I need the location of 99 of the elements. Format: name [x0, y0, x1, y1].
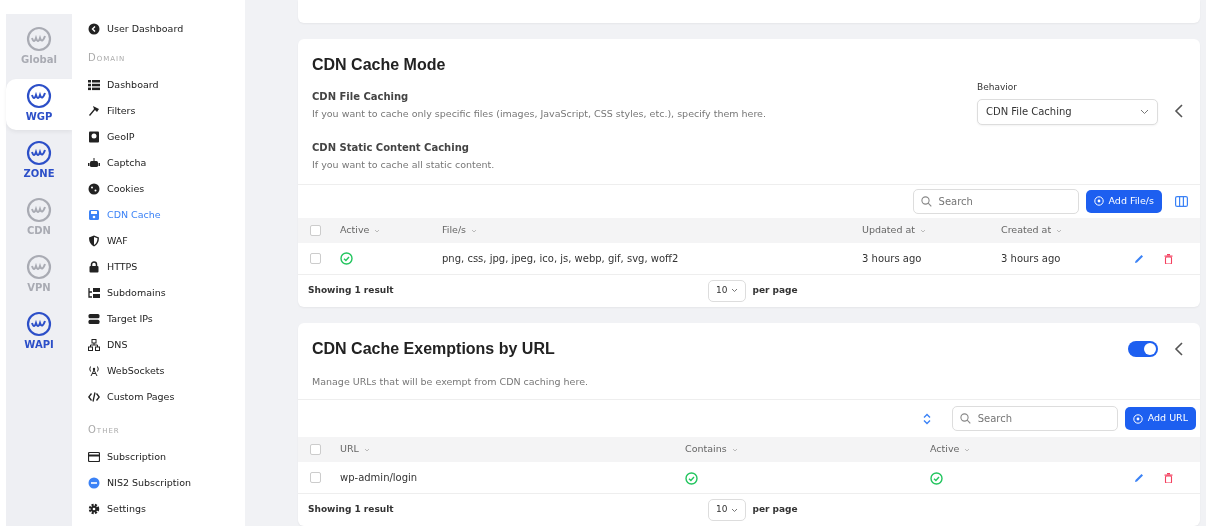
- page-size-select[interactable]: 10: [708, 499, 747, 521]
- search-field[interactable]: Search: [951, 406, 1118, 431]
- sidebar-item[interactable]: Subscription: [88, 444, 167, 470]
- sidebar-item[interactable]: CDN Cache: [88, 202, 161, 228]
- card-title: CDN Cache Mode: [312, 55, 447, 76]
- checkbox[interactable]: [310, 224, 321, 236]
- server-icon: [88, 313, 100, 325]
- card-title: CDN Cache Exemptions by URL: [312, 338, 556, 359]
- sort-caret-icon: [1056, 228, 1063, 233]
- edit-icon[interactable]: [1134, 253, 1144, 264]
- column-header[interactable]: Updated at: [862, 223, 926, 238]
- app-switcher-item[interactable]: ZONE: [6, 136, 72, 187]
- sidebar-item[interactable]: Subdomains: [88, 280, 166, 306]
- columns-icon[interactable]: [1175, 195, 1188, 207]
- search-icon: [920, 195, 932, 207]
- option-description: If you want to cache all static content.: [312, 157, 496, 172]
- robot-icon: [88, 157, 100, 169]
- sidebar-item[interactable]: GeoIP: [88, 124, 135, 150]
- minus-circle-icon: [88, 477, 100, 489]
- add-button[interactable]: Add URL: [1124, 407, 1196, 430]
- plus-circle-icon: [1093, 196, 1104, 207]
- logo-icon: [26, 140, 52, 166]
- sidebar-item[interactable]: Custom Pages: [88, 384, 175, 410]
- plus-circle-icon: [1132, 413, 1143, 424]
- logo-icon: [26, 254, 52, 280]
- sidebar-item[interactable]: User Dashboard: [88, 16, 184, 42]
- column-header[interactable]: Created at: [1001, 223, 1063, 238]
- sidebar-item[interactable]: Cookies: [88, 176, 145, 202]
- sort-caret-icon: [471, 228, 478, 233]
- sort-caret-icon: [731, 447, 738, 452]
- list-icon: [88, 79, 100, 91]
- sidebar-item[interactable]: DNS: [88, 332, 128, 358]
- search-field[interactable]: Search: [912, 188, 1079, 214]
- sort-caret-icon: [920, 228, 926, 233]
- checkbox[interactable]: [310, 252, 321, 264]
- column-header[interactable]: File/s: [442, 223, 478, 238]
- sidebar-item[interactable]: NIS2 Subscription: [88, 470, 192, 496]
- option-description: If you want to cache only specific files (images, JavaScript, CSS styles, etc.), specify them here.: [312, 107, 767, 122]
- card-description: Manage URLs that will be exempt from CDN caching here.: [312, 374, 589, 389]
- sidebar-item[interactable]: Dashboard: [88, 72, 159, 98]
- caret-icon: [731, 288, 739, 294]
- page-size-select[interactable]: 10: [708, 279, 747, 302]
- network-icon: [88, 339, 100, 351]
- lock-icon: [88, 261, 100, 273]
- caret-icon: [1140, 108, 1149, 115]
- sort-icon[interactable]: [922, 412, 931, 425]
- option-title: CDN Static Content Caching: [312, 140, 470, 155]
- edit-icon[interactable]: [1134, 473, 1144, 483]
- behavior-select[interactable]: CDN File Caching: [977, 98, 1158, 125]
- hammer-icon: [88, 105, 100, 117]
- table-cell: wp-admin/login: [340, 472, 418, 483]
- credit-card-icon: [88, 451, 100, 463]
- search-icon: [959, 413, 971, 424]
- app-switcher-item[interactable]: WAPI: [6, 307, 72, 358]
- per-page-label: per page: [752, 284, 798, 297]
- sidebar-item[interactable]: HTTPS: [88, 254, 138, 280]
- logo-icon: [26, 83, 52, 109]
- sidebar-item[interactable]: WebSockets: [88, 358, 165, 384]
- table-cell: 3 hours ago: [1001, 252, 1061, 264]
- settings-icon: [88, 503, 100, 515]
- sidebar-item[interactable]: Settings: [88, 496, 146, 522]
- delete-icon[interactable]: [1164, 253, 1173, 264]
- sidebar-item[interactable]: WAF: [88, 228, 128, 254]
- result-count: Showing 1 result: [308, 503, 395, 517]
- section-heading: Domain: [88, 51, 127, 65]
- section-heading: Other: [88, 423, 121, 437]
- hierarchy-icon: [88, 287, 100, 299]
- checkbox[interactable]: [310, 472, 321, 483]
- back-icon: [88, 23, 100, 35]
- sort-caret-icon: [964, 447, 971, 452]
- book-icon: [88, 131, 100, 143]
- cookie-icon: [88, 183, 100, 195]
- result-count: Showing 1 result: [308, 284, 395, 297]
- sort-caret-icon: [374, 228, 381, 233]
- table-cell: png, css, jpg, jpeg, ico, js, webp, gif, svg, woff2: [442, 252, 679, 264]
- column-header[interactable]: URL: [340, 442, 370, 457]
- sidebar-item[interactable]: Captcha: [88, 150, 147, 176]
- checkbox[interactable]: [310, 444, 321, 455]
- shield-icon: [88, 235, 100, 247]
- app-switcher-item[interactable]: WGP: [6, 79, 72, 130]
- option-title: CDN File Caching: [312, 90, 410, 105]
- delete-icon[interactable]: [1164, 473, 1173, 483]
- per-page-label: per page: [752, 503, 798, 517]
- column-header[interactable]: Contains: [685, 442, 738, 457]
- sidebar-item[interactable]: Filters: [88, 98, 136, 124]
- sidebar-item[interactable]: Target IPs: [88, 306, 153, 332]
- logo-icon: [26, 197, 52, 223]
- table-cell: 3 hours ago: [862, 252, 922, 264]
- code-icon: [88, 391, 100, 403]
- column-header[interactable]: Active: [340, 223, 381, 238]
- logo-icon: [26, 26, 52, 52]
- caret-icon: [731, 507, 739, 513]
- logo-icon: [26, 311, 52, 337]
- sort-caret-icon: [363, 447, 370, 452]
- field-label: Behavior: [977, 81, 1018, 95]
- antenna-icon: [88, 365, 100, 377]
- add-button[interactable]: Add File/s: [1085, 189, 1162, 213]
- column-header[interactable]: Active: [930, 442, 971, 457]
- toggle-switch[interactable]: [1128, 340, 1158, 357]
